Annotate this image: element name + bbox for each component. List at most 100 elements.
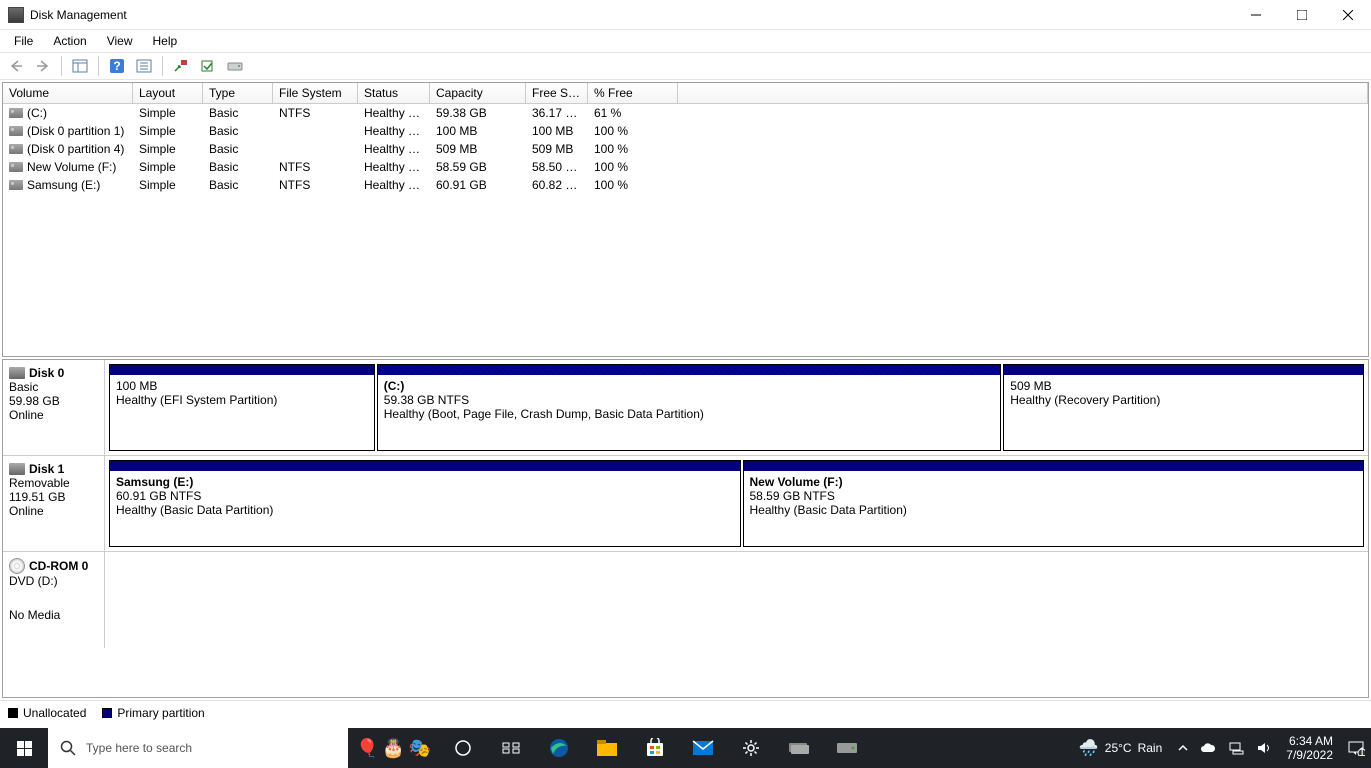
cell-capacity: 59.38 GB (430, 105, 526, 121)
column-header-free[interactable]: Free Spa... (526, 83, 588, 104)
disk-row: Disk 1Removable119.51 GBOnlineSamsung (E… (3, 456, 1368, 552)
cortana-button[interactable] (487, 728, 535, 768)
partition-title: Samsung (E:) (116, 475, 734, 489)
cell-capacity: 60.91 GB (430, 177, 526, 193)
edge-button[interactable] (535, 728, 583, 768)
show-hide-pane-button[interactable] (68, 54, 92, 78)
disk-info[interactable]: CD-ROM 0DVD (D:) No Media (3, 552, 105, 648)
cell-type: Basic (203, 177, 273, 193)
menu-action[interactable]: Action (43, 32, 96, 50)
partition-status: Healthy (EFI System Partition) (116, 393, 368, 407)
volume-row[interactable]: (C:)SimpleBasicNTFSHealthy (B...59.38 GB… (3, 104, 1368, 122)
volume-row[interactable]: Samsung (E:)SimpleBasicNTFSHealthy (B...… (3, 176, 1368, 194)
cell-free: 60.82 GB (526, 177, 588, 193)
menu-help[interactable]: Help (143, 32, 188, 50)
volume-row[interactable]: (Disk 0 partition 4)SimpleBasicHealthy (… (3, 140, 1368, 158)
tray-overflow-button[interactable] (1172, 728, 1194, 768)
partition-size: 60.91 GB NTFS (116, 489, 734, 503)
disk-state: Online (9, 408, 98, 422)
partition[interactable]: New Volume (F:)58.59 GB NTFSHealthy (Bas… (743, 460, 1365, 547)
column-header-pct[interactable]: % Free (588, 83, 678, 104)
taskbar-weather[interactable]: 🌧️ 25°C Rain (1069, 738, 1172, 758)
column-header-status[interactable]: Status (358, 83, 430, 104)
column-header-layout[interactable]: Layout (133, 83, 203, 104)
toolbar: ? (0, 52, 1371, 80)
cell-status: Healthy (B... (358, 105, 430, 121)
taskbar-clock[interactable]: 6:34 AM 7/9/2022 (1278, 734, 1341, 763)
tray-onedrive-icon[interactable] (1194, 728, 1222, 768)
disk-info[interactable]: Disk 1Removable119.51 GBOnline (3, 456, 105, 551)
mail-button[interactable] (679, 728, 727, 768)
maximize-button[interactable] (1279, 0, 1325, 30)
column-header-type[interactable]: Type (203, 83, 273, 104)
drive-button[interactable] (223, 54, 247, 78)
help-button[interactable]: ? (105, 54, 129, 78)
volume-list: VolumeLayoutTypeFile SystemStatusCapacit… (2, 82, 1369, 357)
cell-volume: (Disk 0 partition 4) (3, 141, 133, 157)
settings-button[interactable] (132, 54, 156, 78)
title-bar: Disk Management (0, 0, 1371, 30)
disk-kind: Basic (9, 380, 98, 394)
disk-graphical-view: Disk 0Basic59.98 GBOnline100 MBHealthy (… (2, 359, 1369, 698)
taskbar: Type here to search 🎈🎂🎭 🌧️ 25°C Rain (0, 728, 1371, 768)
cell-free: 58.50 GB (526, 159, 588, 175)
legend-primary-label: Primary partition (117, 706, 204, 720)
partition[interactable]: Samsung (E:)60.91 GB NTFSHealthy (Basic … (109, 460, 741, 547)
column-header-volume[interactable]: Volume (3, 83, 133, 104)
partition[interactable]: (C:)59.38 GB NTFSHealthy (Boot, Page Fil… (377, 364, 1002, 451)
partition-status: Healthy (Basic Data Partition) (116, 503, 734, 517)
close-button[interactable] (1325, 0, 1371, 30)
hdd-icon (9, 367, 25, 379)
volume-icon (9, 126, 23, 136)
partition-color-bar (110, 365, 374, 375)
volume-row[interactable]: (Disk 0 partition 1)SimpleBasicHealthy (… (3, 122, 1368, 140)
disk-state: No Media (9, 608, 98, 622)
cell-pct: 100 % (588, 141, 678, 157)
file-explorer-button[interactable] (583, 728, 631, 768)
clock-time: 6:34 AM (1286, 734, 1333, 748)
disk-management-taskbar-button[interactable] (775, 728, 823, 768)
cell-free: 509 MB (526, 141, 588, 157)
settings-taskbar-button[interactable] (727, 728, 775, 768)
cell-status: Healthy (R... (358, 141, 430, 157)
tray-volume-icon[interactable] (1250, 728, 1278, 768)
partition[interactable]: 509 MBHealthy (Recovery Partition) (1003, 364, 1364, 451)
store-button[interactable] (631, 728, 679, 768)
column-header-spare[interactable] (678, 83, 1368, 104)
menu-bar: File Action View Help (0, 30, 1371, 52)
partition-color-bar (378, 365, 1001, 375)
taskbar-party-icons: 🎈🎂🎭 (348, 738, 439, 759)
cell-status: Healthy (B... (358, 177, 430, 193)
app-icon (8, 7, 24, 23)
legend-primary: Primary partition (102, 706, 204, 720)
menu-file[interactable]: File (4, 32, 43, 50)
disk-row: CD-ROM 0DVD (D:) No Media (3, 552, 1368, 648)
cell-type: Basic (203, 123, 273, 139)
partition-color-bar (744, 461, 1364, 471)
volume-icon (9, 108, 23, 118)
column-header-fs[interactable]: File System (273, 83, 358, 104)
tray-network-icon[interactable] (1222, 728, 1250, 768)
disk-info[interactable]: Disk 0Basic59.98 GBOnline (3, 360, 105, 455)
refresh-button[interactable] (169, 54, 193, 78)
cell-layout: Simple (133, 159, 203, 175)
drive-taskbar-button[interactable] (823, 728, 871, 768)
cell-type: Basic (203, 159, 273, 175)
disk-kind: DVD (D:) (9, 574, 98, 588)
action-button[interactable] (196, 54, 220, 78)
search-placeholder: Type here to search (86, 741, 192, 755)
partition[interactable]: 100 MBHealthy (EFI System Partition) (109, 364, 375, 451)
column-header-capacity[interactable]: Capacity (430, 83, 526, 104)
cell-fs: NTFS (273, 177, 358, 193)
taskbar-search[interactable]: Type here to search (48, 728, 348, 768)
cell-pct: 100 % (588, 177, 678, 193)
disk-name: CD-ROM 0 (29, 559, 88, 573)
disk-name: Disk 0 (29, 366, 64, 380)
menu-view[interactable]: View (97, 32, 143, 50)
minimize-button[interactable] (1233, 0, 1279, 30)
task-view-button[interactable] (439, 728, 487, 768)
start-button[interactable] (0, 728, 48, 768)
notifications-button[interactable]: 1 (1341, 728, 1371, 768)
volume-row[interactable]: New Volume (F:)SimpleBasicNTFSHealthy (B… (3, 158, 1368, 176)
windows-icon (17, 741, 32, 756)
